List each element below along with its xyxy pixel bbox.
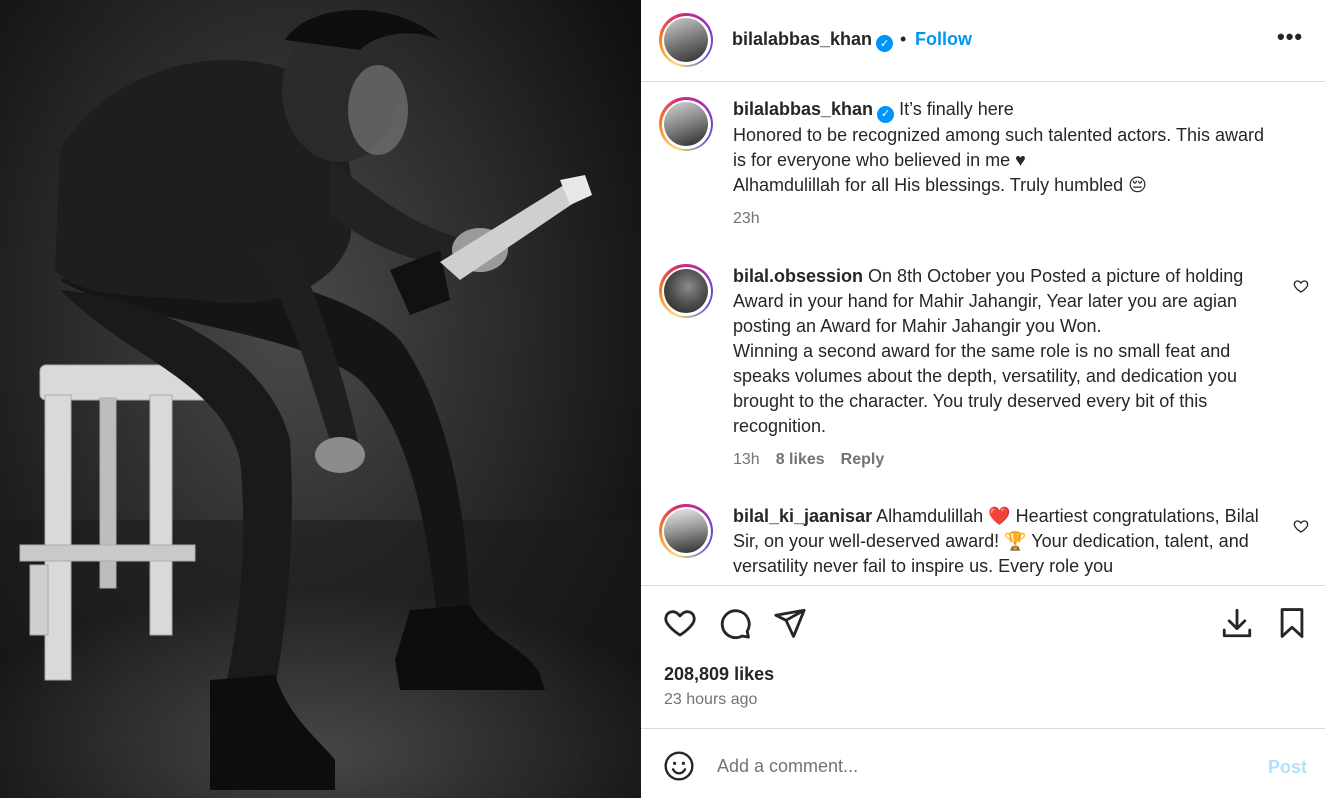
comment-username[interactable]: bilal.obsession	[733, 266, 863, 286]
caption-text-line2: Honored to be recognized among such tale…	[733, 125, 1264, 170]
download-icon[interactable]	[1220, 606, 1254, 640]
more-options-icon[interactable]: •••	[1277, 24, 1303, 50]
comment-likes[interactable]: 8 likes	[776, 447, 825, 472]
emoji-icon[interactable]	[663, 750, 695, 782]
save-bookmark-icon[interactable]	[1275, 606, 1309, 640]
post-image[interactable]	[0, 0, 641, 798]
comment-input[interactable]	[717, 751, 1237, 781]
verified-badge-icon: ✓	[877, 106, 895, 123]
action-bar	[641, 600, 1325, 646]
author-username[interactable]: bilalabbas_khan ✓	[732, 29, 894, 52]
share-send-icon[interactable]	[773, 606, 807, 640]
comments-list[interactable]: bilalabbas_khan ✓ It’s finally here Honor…	[641, 83, 1325, 586]
man-holding-award-photo	[0, 10, 641, 798]
caption-text-line1: It’s finally here	[894, 99, 1014, 119]
post-details-panel: bilalabbas_khan ✓ • Follow ••• bilalabbas…	[641, 0, 1325, 798]
verified-badge-icon: ✓	[876, 35, 894, 52]
caption-body: bilalabbas_khan ✓ It’s finally here Honor…	[733, 97, 1278, 231]
post-comment-button[interactable]: Post	[1268, 757, 1307, 778]
author-avatar[interactable]	[659, 13, 713, 67]
separator-dot: •	[900, 29, 907, 49]
comment-avatar[interactable]	[659, 504, 713, 558]
comment-time[interactable]: 13h	[733, 447, 760, 472]
caption-author-avatar[interactable]	[659, 97, 713, 151]
comment-body: bilal.obsession On 8th October you Poste…	[733, 264, 1278, 472]
follow-button[interactable]: Follow	[915, 29, 972, 50]
caption-time[interactable]: 23h	[733, 206, 760, 231]
like-comment-heart-icon[interactable]	[1293, 518, 1309, 534]
comment-body: bilal_ki_jaanisar Alhamdulillah ❤️ Heart…	[733, 504, 1278, 579]
like-comment-heart-icon[interactable]	[1293, 278, 1309, 294]
post-header: bilalabbas_khan ✓ • Follow •••	[641, 0, 1325, 82]
comment-text-continued: Winning a second award for the same role…	[733, 341, 1237, 436]
comment-bubble-icon[interactable]	[718, 606, 752, 640]
likes-count[interactable]: 208,809 likes	[664, 664, 774, 685]
comment-composer: Post	[641, 728, 1325, 798]
comment-username[interactable]: bilal_ki_jaanisar	[733, 506, 872, 526]
comment-avatar[interactable]	[659, 264, 713, 318]
like-heart-icon[interactable]	[663, 606, 697, 640]
reply-button[interactable]: Reply	[841, 447, 885, 472]
post-timestamp[interactable]: 23 hours ago	[664, 691, 757, 709]
caption-username[interactable]: bilalabbas_khan	[733, 99, 873, 119]
caption-text-line3: Alhamdulillah for all His blessings. Tru…	[733, 175, 1147, 195]
